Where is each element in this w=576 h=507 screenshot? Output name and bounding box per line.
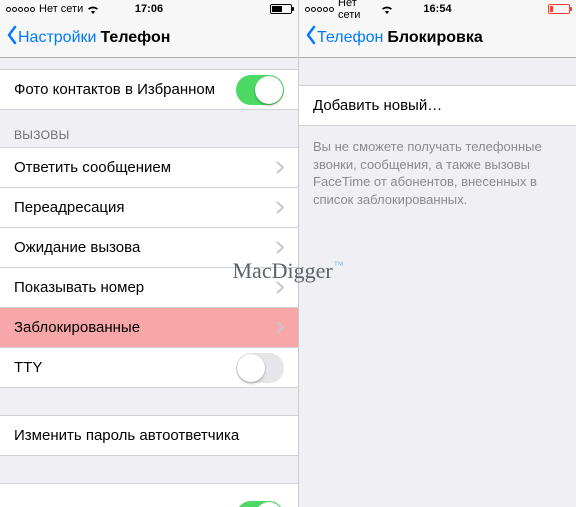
carrier-text: Нет сети: [39, 3, 83, 15]
status-clock: 17:06: [101, 3, 196, 15]
battery-icon: [270, 4, 292, 14]
back-label: Настройки: [18, 29, 96, 47]
block-list-content: Добавить новый… Вы не сможете получать т…: [299, 58, 576, 507]
battery-icon: [548, 4, 570, 14]
toggle-tty[interactable]: [236, 353, 284, 383]
signal-dots-icon: [305, 7, 334, 12]
wifi-icon: [87, 5, 99, 14]
row-label: Фото контактов в Избранном: [14, 81, 236, 98]
signal-dots-icon: [6, 7, 35, 12]
back-button[interactable]: Настройки: [6, 25, 96, 50]
row-label: Изменить пароль автоответчика: [14, 427, 284, 444]
chevron-left-icon: [305, 25, 317, 50]
row-blocked[interactable]: Заблокированные: [0, 307, 298, 348]
row-label: Показывать номер: [14, 279, 276, 296]
row-call-waiting[interactable]: Ожидание вызова: [0, 227, 298, 268]
row-label: Переадресация: [14, 199, 276, 216]
nav-bar: Настройки Телефон: [0, 18, 298, 58]
row-change-vm-password[interactable]: Изменить пароль автоответчика: [0, 415, 298, 456]
status-clock: 16:54: [393, 3, 481, 15]
status-battery: [197, 4, 292, 14]
row-reply-sms[interactable]: Ответить сообщением: [0, 147, 298, 188]
spacer: [299, 58, 576, 86]
row-favorites-photos[interactable]: Фото контактов в Избранном: [0, 69, 298, 110]
row-show-caller-id[interactable]: Показывать номер: [0, 267, 298, 308]
toggle-favorites-photos[interactable]: [236, 75, 284, 105]
page-title: Телефон: [100, 29, 170, 47]
screen-phone-settings: Нет сети 17:06 Настройки Телефон Фото ко…: [0, 0, 298, 507]
wifi-icon: [381, 5, 393, 14]
chevron-right-icon: [276, 321, 284, 334]
status-bar: Нет сети 17:06: [0, 0, 298, 18]
row-label: Ожидание вызова: [14, 239, 276, 256]
back-label: Телефон: [317, 29, 383, 47]
chevron-right-icon: [276, 201, 284, 214]
status-bar: Нет сети 16:54: [299, 0, 576, 18]
status-battery: [482, 4, 570, 14]
row-tty[interactable]: TTY: [0, 347, 298, 388]
chevron-right-icon: [276, 241, 284, 254]
chevron-left-icon: [6, 25, 18, 50]
settings-list: Фото контактов в Избранном ВЫЗОВЫ Ответи…: [0, 58, 298, 507]
chevron-right-icon: [276, 281, 284, 294]
row-label: Ответить сообщением: [14, 159, 276, 176]
row-label: TTY: [14, 359, 236, 376]
chevron-right-icon: [276, 161, 284, 174]
spacer: [0, 456, 298, 484]
row-cutoff[interactable]: [0, 483, 298, 507]
nav-bar: Телефон Блокировка: [299, 18, 576, 58]
row-add-new-blocked[interactable]: Добавить новый…: [299, 85, 576, 126]
screen-block-list: Нет сети 16:54 Телефон Блокировка Добави…: [298, 0, 576, 507]
toggle-cutoff[interactable]: [236, 501, 284, 507]
spacer: [0, 388, 298, 416]
section-footer-text: Вы не сможете получать телефонные звонки…: [299, 126, 576, 220]
row-forwarding[interactable]: Переадресация: [0, 187, 298, 228]
row-label: Заблокированные: [14, 319, 276, 336]
section-header-calls: ВЫЗОВЫ: [0, 110, 298, 148]
back-button[interactable]: Телефон: [305, 25, 383, 50]
row-label: Добавить новый…: [313, 97, 562, 114]
page-title: Блокировка: [387, 29, 482, 47]
status-carrier: Нет сети: [6, 3, 101, 15]
